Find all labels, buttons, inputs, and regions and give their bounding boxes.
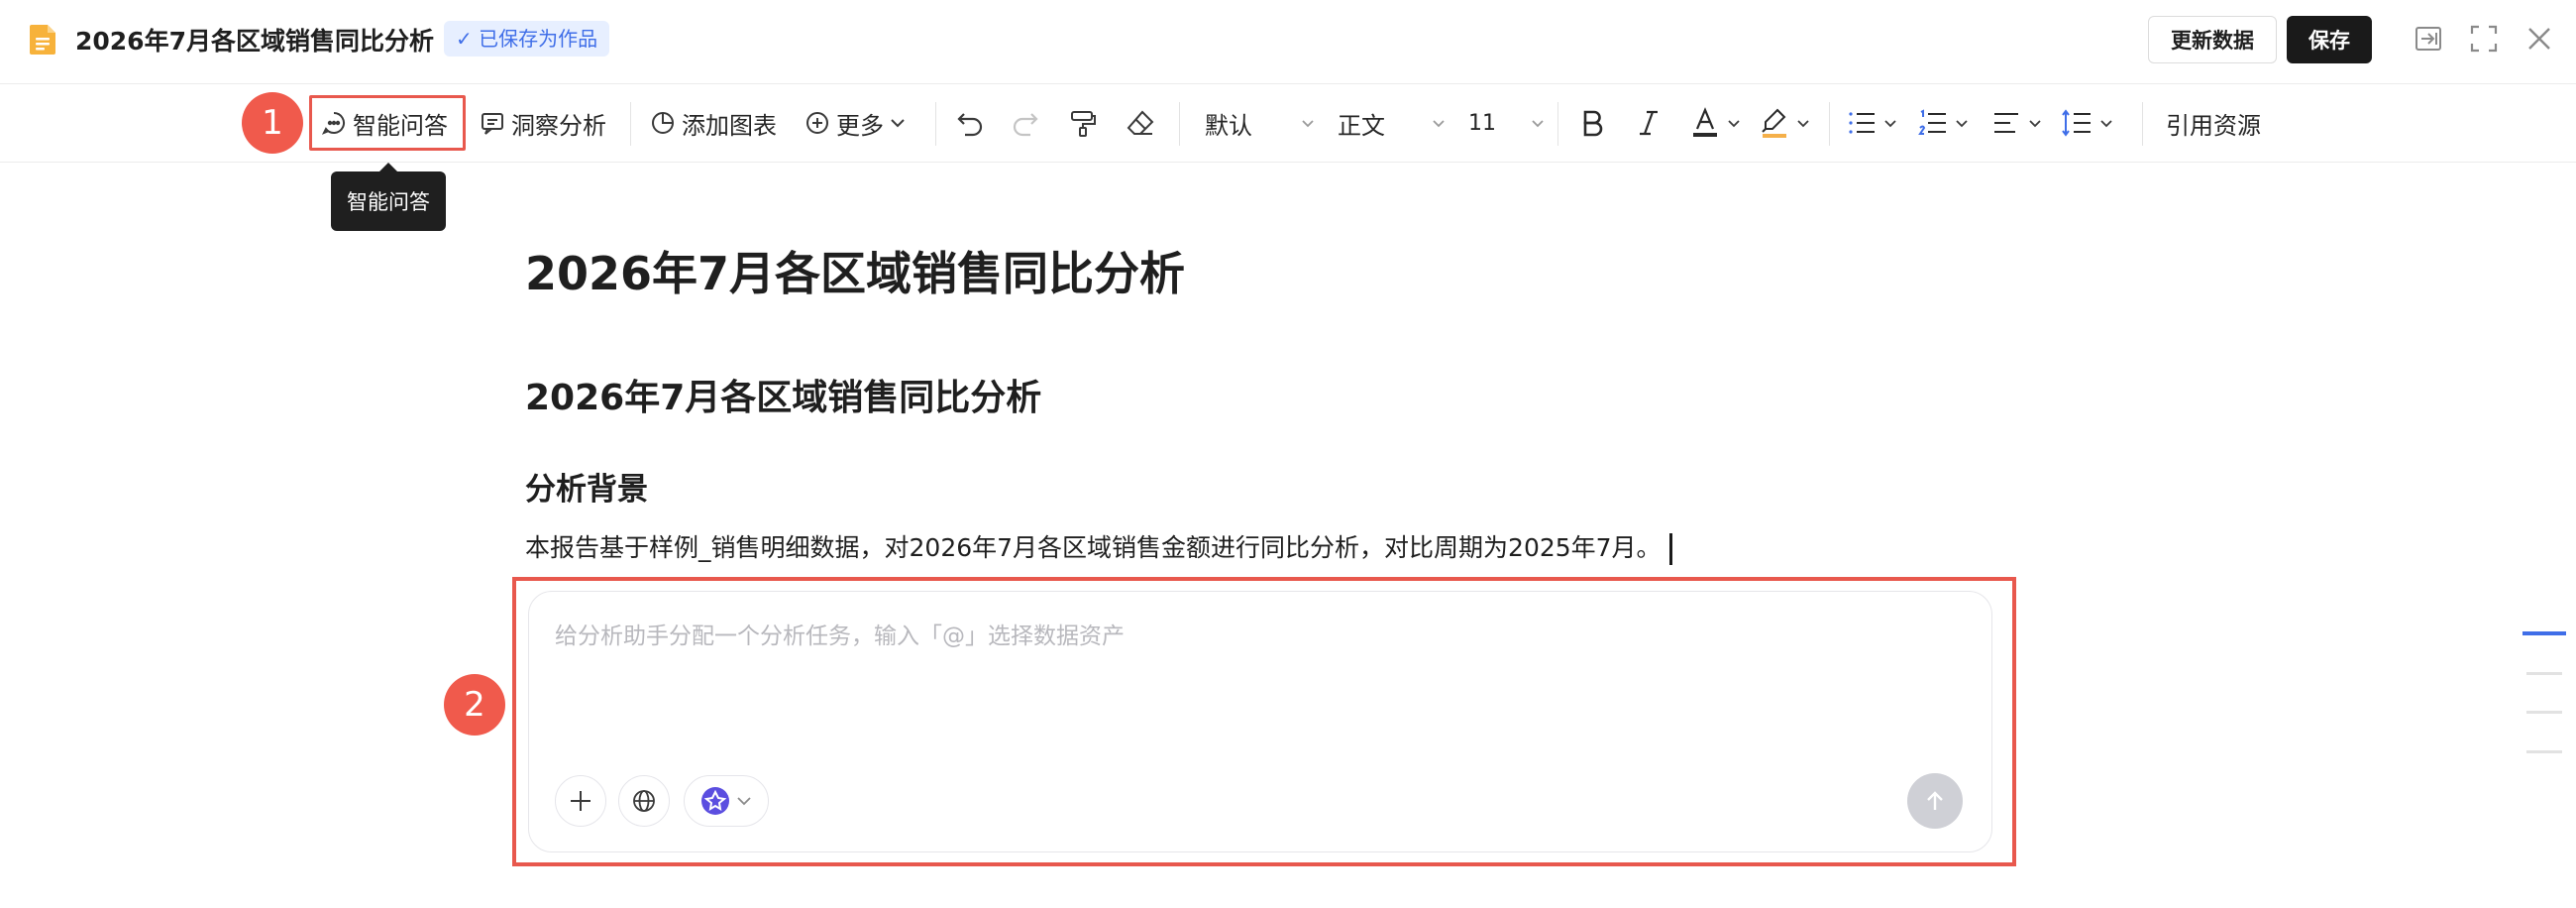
numbered-list-icon xyxy=(1918,109,1948,137)
send-button[interactable] xyxy=(1907,773,1963,829)
close-icon[interactable] xyxy=(2524,24,2554,54)
more-label: 更多 xyxy=(836,111,884,140)
font-family-select[interactable]: 默认 xyxy=(1205,84,1316,162)
toolbar-divider xyxy=(2142,102,2143,146)
add-chart-label: 添加图表 xyxy=(682,111,777,140)
undo-button[interactable] xyxy=(955,84,985,162)
chevron-down-icon xyxy=(1431,115,1447,131)
update-data-button[interactable]: 更新数据 xyxy=(2148,16,2277,63)
clear-format-button[interactable] xyxy=(1126,84,1155,162)
redo-button[interactable] xyxy=(1011,84,1040,162)
font-color-icon xyxy=(1690,107,1720,139)
chevron-down-icon xyxy=(1300,115,1316,131)
document-heading-3: 分析背景 xyxy=(525,472,648,508)
font-color-button[interactable] xyxy=(1690,84,1742,162)
chevron-down-icon xyxy=(1882,115,1898,131)
outline-marker[interactable] xyxy=(2526,672,2562,675)
web-search-button[interactable] xyxy=(618,775,670,827)
paragraph-style-value: 正文 xyxy=(1338,111,1385,140)
bold-icon xyxy=(1579,109,1605,137)
fullscreen-icon[interactable] xyxy=(2469,24,2499,54)
model-select-button[interactable] xyxy=(684,775,769,827)
redo-icon xyxy=(1011,108,1040,138)
chevron-down-icon xyxy=(2098,115,2114,131)
toolbar-divider xyxy=(1829,102,1830,146)
font-family-value: 默认 xyxy=(1205,111,1252,140)
smart-qa-tooltip: 智能问答 xyxy=(331,163,446,231)
format-painter-button[interactable] xyxy=(1068,84,1098,162)
send-icon xyxy=(1923,789,1947,813)
bullet-list-icon xyxy=(1847,109,1877,137)
document-title: 2026年7月各区域销售同比分析 xyxy=(75,27,434,56)
bold-button[interactable] xyxy=(1579,84,1605,162)
document-paragraph[interactable]: 本报告基于样例_销售明细数据，对2026年7月各区域销售金额进行同比分析，对比周… xyxy=(525,528,1672,565)
font-size-select[interactable]: 11 xyxy=(1468,84,1546,162)
saved-status-badge: ✓ 已保存为作品 xyxy=(444,21,610,57)
save-button[interactable]: 保存 xyxy=(2287,16,2372,63)
highlight-icon xyxy=(1760,107,1789,139)
chevron-down-icon xyxy=(1530,115,1546,131)
doc-icon xyxy=(28,24,57,56)
add-attachment-button[interactable] xyxy=(555,775,606,827)
chat-input-placeholder[interactable]: 给分析助手分配一个分析任务，输入「@」选择数据资产 xyxy=(555,617,1125,650)
cite-resource-label: 引用资源 xyxy=(2166,111,2261,140)
font-size-value: 11 xyxy=(1468,110,1496,136)
outline-marker[interactable] xyxy=(2526,711,2562,714)
step-badge-1: 1 xyxy=(242,92,303,154)
italic-icon xyxy=(1637,109,1661,137)
comment-icon xyxy=(480,110,505,136)
chevron-down-icon xyxy=(2027,115,2043,131)
eraser-icon xyxy=(1126,108,1155,138)
plus-icon xyxy=(568,788,593,814)
chevron-down-icon xyxy=(1795,115,1811,131)
document-heading-2: 2026年7月各区域销售同比分析 xyxy=(525,378,1042,418)
outline-marker[interactable] xyxy=(2526,750,2562,753)
highlight-button[interactable] xyxy=(1760,84,1811,162)
step-badge-2: 2 xyxy=(444,674,505,736)
chevron-down-icon xyxy=(1954,115,1970,131)
numbered-list-button[interactable] xyxy=(1918,84,1970,162)
paragraph-text: 本报告基于样例_销售明细数据，对2026年7月各区域销售金额进行同比分析，对比周… xyxy=(525,533,1662,562)
align-icon xyxy=(1991,109,2021,137)
model-icon xyxy=(700,786,730,816)
text-cursor xyxy=(1668,533,1672,565)
insight-analysis-button[interactable]: 洞察分析 xyxy=(480,84,606,162)
more-button[interactable]: 更多 xyxy=(805,84,906,162)
line-height-icon xyxy=(2061,108,2093,138)
toolbar-divider xyxy=(1557,102,1558,146)
exit-icon[interactable] xyxy=(2414,24,2443,54)
toolbar-divider xyxy=(1179,102,1180,146)
plus-circle-icon xyxy=(805,110,830,136)
align-button[interactable] xyxy=(1991,84,2043,162)
italic-button[interactable] xyxy=(1637,84,1661,162)
undo-icon xyxy=(955,108,985,138)
insight-analysis-label: 洞察分析 xyxy=(511,111,606,140)
paint-roller-icon xyxy=(1068,108,1098,138)
header-bar: 2026年7月各区域销售同比分析 ✓ 已保存为作品 更新数据 保存 xyxy=(0,0,2576,84)
document-heading-1: 2026年7月各区域销售同比分析 xyxy=(525,247,1186,300)
toolbar-divider xyxy=(630,102,631,146)
chevron-down-icon xyxy=(890,115,906,131)
chevron-down-icon xyxy=(1726,115,1742,131)
line-height-button[interactable] xyxy=(2061,84,2114,162)
chevron-down-icon xyxy=(736,793,752,809)
outline-marker-active[interactable] xyxy=(2522,631,2566,635)
add-chart-button[interactable]: 添加图表 xyxy=(650,84,777,162)
pie-chart-icon xyxy=(650,110,676,136)
paragraph-style-select[interactable]: 正文 xyxy=(1338,84,1447,162)
cite-resource-button[interactable]: 引用资源 xyxy=(2166,84,2261,162)
bullet-list-button[interactable] xyxy=(1847,84,1898,162)
globe-icon xyxy=(631,788,657,814)
smart-qa-highlight-box xyxy=(309,95,466,151)
toolbar-divider xyxy=(935,102,936,146)
